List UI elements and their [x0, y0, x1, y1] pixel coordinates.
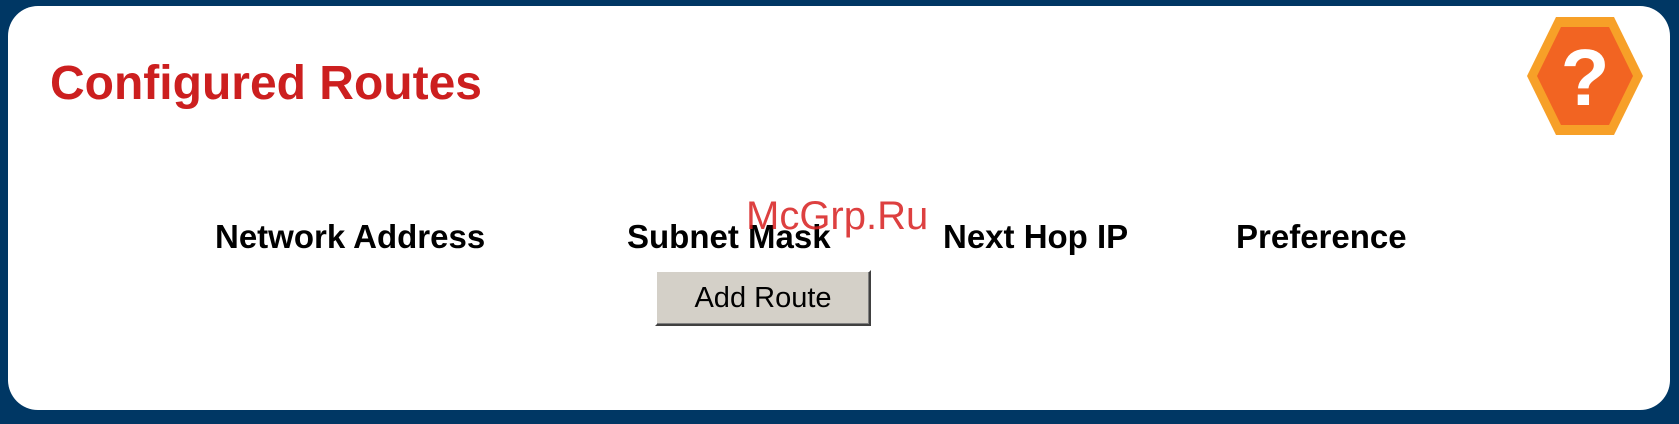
add-route-button[interactable]: Add Route: [655, 270, 871, 326]
watermark: McGrp.Ru: [746, 194, 929, 238]
page-title: Configured Routes: [50, 57, 482, 110]
main-panel: Configured Routes ? Network Address Subn…: [8, 6, 1670, 410]
column-header-preference: Preference: [1236, 218, 1407, 255]
column-header-next-hop-ip: Next Hop IP: [943, 218, 1129, 255]
column-header-network-address: Network Address: [215, 218, 486, 255]
help-icon[interactable]: ?: [1526, 15, 1644, 137]
help-hexagon-icon: ?: [1527, 17, 1643, 135]
help-glyph: ?: [1561, 33, 1610, 122]
